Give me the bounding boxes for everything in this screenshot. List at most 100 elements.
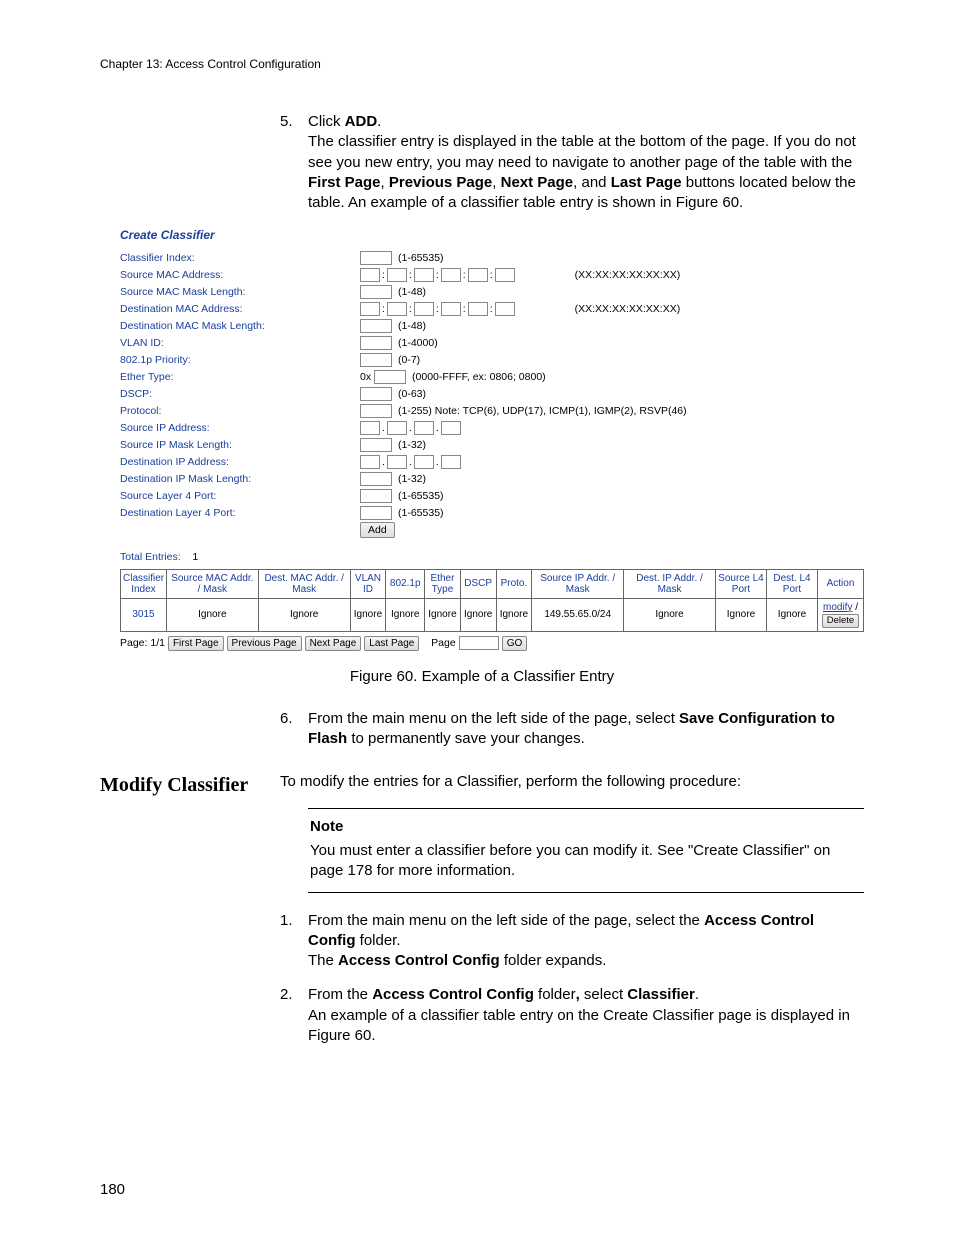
src-ip-mask-input[interactable] bbox=[360, 438, 392, 452]
dst-mac-input[interactable] bbox=[414, 302, 434, 316]
text: From the bbox=[308, 986, 372, 1003]
dst-mac-input[interactable] bbox=[441, 302, 461, 316]
dst-ip-input[interactable] bbox=[414, 455, 434, 469]
hex-prefix: 0x bbox=[360, 370, 371, 384]
go-button[interactable]: GO bbox=[502, 636, 528, 651]
src-ip-input[interactable] bbox=[387, 421, 407, 435]
th-dst-ip: Dest. IP Addr. / Mask bbox=[624, 569, 716, 598]
vlan-input[interactable] bbox=[360, 336, 392, 350]
dst-mac-input[interactable] bbox=[387, 302, 407, 316]
cell-sl4: Ignore bbox=[715, 598, 766, 631]
text: folder. bbox=[355, 932, 400, 949]
lbl-priority: 802.1p Priority: bbox=[120, 353, 360, 367]
text: . bbox=[377, 113, 381, 130]
cell-eth: Ignore bbox=[425, 598, 461, 631]
dst-ip-mask-input[interactable] bbox=[360, 472, 392, 486]
last-page-button[interactable]: Last Page bbox=[364, 636, 419, 651]
lbl-dst-ip: Destination IP Address: bbox=[120, 455, 360, 469]
section-heading: Modify Classifier bbox=[100, 772, 280, 1061]
dst-mac-input[interactable] bbox=[468, 302, 488, 316]
modify-classifier-section: Modify Classifier To modify the entries … bbox=[100, 772, 864, 1061]
cell-ci: 3015 bbox=[121, 598, 167, 631]
protocol-input[interactable] bbox=[360, 404, 392, 418]
lbl-vlan: VLAN ID: bbox=[120, 336, 360, 350]
acc-label: Access Control Config bbox=[338, 952, 500, 969]
modify-link[interactable]: modify bbox=[823, 602, 852, 613]
note-title: Note bbox=[310, 817, 862, 837]
previous-page-button[interactable]: Previous Page bbox=[227, 636, 302, 651]
step-number: 2. bbox=[280, 985, 308, 1046]
lbl-protocol: Protocol: bbox=[120, 404, 360, 418]
text: Click bbox=[308, 113, 345, 130]
lbl-dst-mac-mask: Destination MAC Mask Length: bbox=[120, 319, 360, 333]
th-dscp: DSCP bbox=[460, 569, 496, 598]
cell-proto: Ignore bbox=[496, 598, 532, 631]
classifier-table: Classifier Index Source MAC Addr. / Mask… bbox=[120, 569, 864, 632]
ether-type-input[interactable] bbox=[374, 370, 406, 384]
dscp-input[interactable] bbox=[360, 387, 392, 401]
lbl-src-ip: Source IP Address: bbox=[120, 421, 360, 435]
src-mac-input[interactable] bbox=[495, 268, 515, 282]
src-mac-input[interactable] bbox=[441, 268, 461, 282]
step-6: 6. From the main menu on the left side o… bbox=[280, 709, 864, 750]
th-classifier-index: Classifier Index bbox=[121, 569, 167, 598]
hint: (1-65535) bbox=[398, 251, 444, 265]
text: From the main menu on the left side of t… bbox=[308, 912, 704, 929]
th-vlan: VLAN ID bbox=[350, 569, 386, 598]
lbl-classifier-index: Classifier Index: bbox=[120, 251, 360, 265]
src-mac-input[interactable] bbox=[387, 268, 407, 282]
hint: (XX:XX:XX:XX:XX:XX) bbox=[575, 302, 681, 316]
table-row: 3015 Ignore Ignore Ignore Ignore Ignore … bbox=[121, 598, 864, 631]
cell-dscp: Ignore bbox=[460, 598, 496, 631]
th-proto: Proto. bbox=[496, 569, 532, 598]
first-page-button[interactable]: First Page bbox=[168, 636, 224, 651]
classifier-index-input[interactable] bbox=[360, 251, 392, 265]
form-title: Create Classifier bbox=[120, 227, 864, 243]
text: From the main menu on the left side of t… bbox=[308, 710, 679, 727]
page-input[interactable] bbox=[459, 636, 499, 650]
text: . bbox=[695, 986, 699, 1003]
src-mac-mask-input[interactable] bbox=[360, 285, 392, 299]
src-mac-input[interactable] bbox=[468, 268, 488, 282]
classifier-screenshot: Create Classifier Classifier Index: (1-65… bbox=[120, 227, 864, 650]
text: folder expands. bbox=[500, 952, 607, 969]
cell-vlan: Ignore bbox=[350, 598, 386, 631]
note-block: Note You must enter a classifier before … bbox=[308, 808, 864, 893]
text: The classifier entry is displayed in the… bbox=[308, 133, 856, 170]
dst-mac-mask-input[interactable] bbox=[360, 319, 392, 333]
src-mac-input[interactable] bbox=[360, 268, 380, 282]
dst-ip-input[interactable] bbox=[441, 455, 461, 469]
lbl-dscp: DSCP: bbox=[120, 387, 360, 401]
priority-input[interactable] bbox=[360, 353, 392, 367]
delete-button[interactable]: Delete bbox=[822, 614, 859, 628]
total-entries-label: Total Entries: bbox=[120, 551, 181, 563]
dst-mac-input[interactable] bbox=[360, 302, 380, 316]
note-body: You must enter a classifier before you c… bbox=[310, 841, 862, 882]
first-page-label: First Page bbox=[308, 174, 381, 191]
dst-ip-input[interactable] bbox=[360, 455, 380, 469]
th-priority: 802.1p bbox=[386, 569, 425, 598]
src-ip-input[interactable] bbox=[414, 421, 434, 435]
th-dst-l4: Dest. L4 Port bbox=[766, 569, 817, 598]
src-mac-input[interactable] bbox=[414, 268, 434, 282]
hint: (0-7) bbox=[398, 353, 420, 367]
cell-sip: 149.55.65.0/24 bbox=[532, 598, 624, 631]
text: The bbox=[308, 952, 338, 969]
step-5: 5. Click ADD. The classifier entry is di… bbox=[280, 112, 864, 213]
hint: (1-32) bbox=[398, 472, 426, 486]
dst-mac-input[interactable] bbox=[495, 302, 515, 316]
dst-ip-input[interactable] bbox=[387, 455, 407, 469]
src-l4-input[interactable] bbox=[360, 489, 392, 503]
add-button[interactable]: Add bbox=[360, 522, 395, 538]
th-action: Action bbox=[817, 569, 863, 598]
next-page-button[interactable]: Next Page bbox=[305, 636, 362, 651]
dst-l4-input[interactable] bbox=[360, 506, 392, 520]
cell-dl4: Ignore bbox=[766, 598, 817, 631]
cell-pri: Ignore bbox=[386, 598, 425, 631]
page-label: Page bbox=[431, 636, 456, 650]
src-ip-input[interactable] bbox=[441, 421, 461, 435]
src-ip-input[interactable] bbox=[360, 421, 380, 435]
hint: (1-48) bbox=[398, 319, 426, 333]
prev-page-label: Previous Page bbox=[389, 174, 492, 191]
step-number: 6. bbox=[280, 709, 308, 750]
